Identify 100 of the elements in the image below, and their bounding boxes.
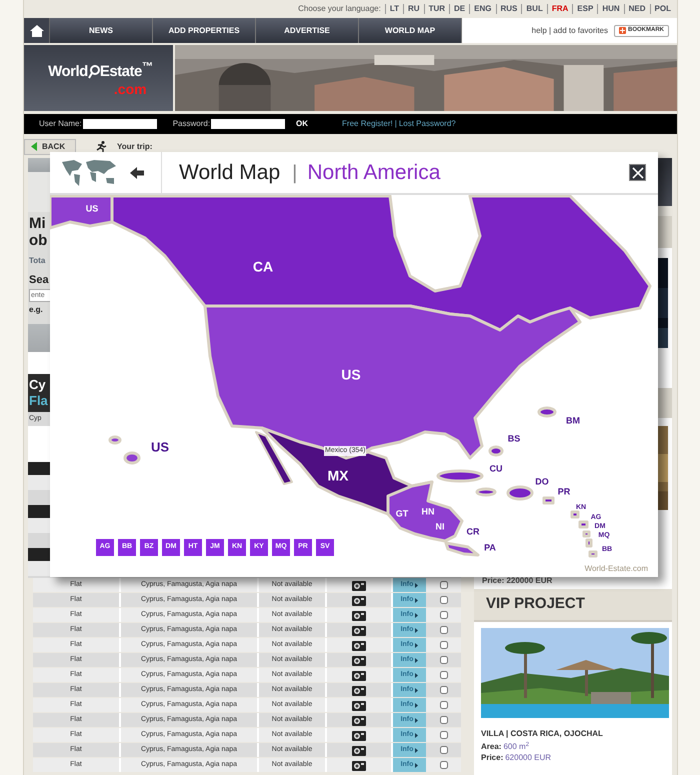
listing-type-fragment: Fla [29,392,49,408]
home-button[interactable] [24,18,50,43]
nav-tab[interactable]: ADVERTISE [256,18,359,43]
row-checkbox[interactable] [440,731,448,739]
language-link[interactable]: LT [384,4,404,14]
camera-icon [352,730,366,740]
language-prompt: Choose your language: [298,3,381,15]
map-credit: World-Estate.com [584,563,648,575]
language-link[interactable]: NED [624,4,650,14]
language-link[interactable]: ESP [572,4,598,14]
row-checkbox[interactable] [440,641,448,649]
world-map-icon [60,158,118,188]
language-link[interactable]: ENG [469,4,496,14]
row-checkbox[interactable] [440,626,448,634]
country-label[interactable]: HN [422,506,434,516]
trip-label: Your trip: [117,140,152,152]
total-fragment: Tota [29,255,46,267]
lost-password-link[interactable]: Lost Password? [398,118,456,130]
play-icon [415,658,418,662]
language-link[interactable]: BUL [521,4,547,14]
camera-icon [352,670,366,680]
back-arrow-icon[interactable] [130,166,144,178]
price-value: 620000 EUR [505,752,552,763]
language-link[interactable]: RU [403,4,424,14]
language-link[interactable]: RUS [496,4,522,14]
country-label[interactable]: DO [535,476,549,486]
country-label[interactable]: MX [328,468,348,484]
home-icon [30,24,44,36]
language-link[interactable]: HUN [597,4,624,14]
play-icon [415,642,418,648]
password-label: Password: [172,118,210,130]
country-label[interactable]: CA [252,258,274,275]
running-person-icon [96,141,107,152]
country-label[interactable]: PA [484,542,496,552]
country-label[interactable]: GT [396,508,408,518]
heading-fragment: Mi [29,215,46,232]
row-checkbox[interactable] [440,746,448,754]
row-checkbox[interactable] [440,596,448,604]
vip-title: VILLA | COSTA RICA, OJOCHAL [481,728,604,740]
row-checkbox[interactable] [440,611,448,619]
country-label[interactable]: NI [436,521,444,532]
close-button[interactable] [629,164,646,181]
play-icon [415,688,418,692]
ok-button[interactable]: OK [296,118,308,130]
language-link[interactable]: TUR [424,4,450,14]
camera-icon [352,610,366,620]
nav-tab[interactable]: WORLD MAP [359,18,462,43]
region-title: North America [307,160,440,186]
link-separator: | [394,118,397,130]
country-label[interactable]: BS [508,433,520,444]
country-label[interactable]: PR [558,486,570,496]
camera-icon [352,760,366,770]
username-label: User Name: [39,118,82,130]
camera-icon [352,640,366,650]
camera-icon [352,700,366,710]
country-label[interactable]: US [341,366,361,383]
title-separator: | [292,160,298,186]
row-checkbox[interactable] [440,656,448,664]
row-checkbox[interactable] [440,686,448,694]
play-icon [415,672,418,678]
row-checkbox[interactable] [440,581,448,589]
help-favorites-links[interactable]: help | add to favorites [532,24,608,36]
nav-tab[interactable]: ADD PROPERTIES [153,18,256,43]
country-label[interactable]: CR [466,526,480,536]
dialog-title: World Map [179,160,280,186]
play-icon [415,612,418,618]
price-text: Price: 220000 EUR [482,575,554,587]
username-field[interactable] [82,119,157,129]
row-checkbox[interactable] [440,701,448,709]
country-label[interactable]: US [150,439,170,454]
country-label[interactable]: US [86,203,98,214]
row-checkbox[interactable] [440,716,448,724]
language-link[interactable]: POL [650,4,675,14]
play-icon [415,748,418,752]
country-label[interactable]: CU [490,463,502,474]
play-icon [415,702,418,708]
country-label[interactable]: BM [566,415,580,426]
heading-fragment: ob [29,232,48,249]
language-link[interactable]: FRA [546,4,572,14]
row-checkbox[interactable] [440,671,448,679]
area-value: 600 m$^{2}$ [503,741,530,752]
play-icon [415,628,418,632]
back-arrow-icon [31,142,37,151]
price-label: Price: [481,752,504,763]
password-field[interactable] [211,119,286,129]
row-checkbox[interactable] [440,761,448,769]
logo-word: Estate$^{™}$ [100,60,153,82]
vip-heading: VIP PROJECT [486,594,585,614]
close-icon [632,166,644,178]
search-label-fragment: Sea [29,273,49,288]
magnifier-icon [88,65,100,79]
play-icon [415,762,418,768]
logo-word: World [48,62,88,82]
play-icon [415,582,418,588]
register-link[interactable]: Free Register! [342,118,393,130]
play-icon [415,598,418,602]
plus-icon [619,27,626,34]
play-icon [415,732,418,738]
nav-tab[interactable]: NEWS [50,18,153,43]
language-link[interactable]: DE [449,4,470,14]
